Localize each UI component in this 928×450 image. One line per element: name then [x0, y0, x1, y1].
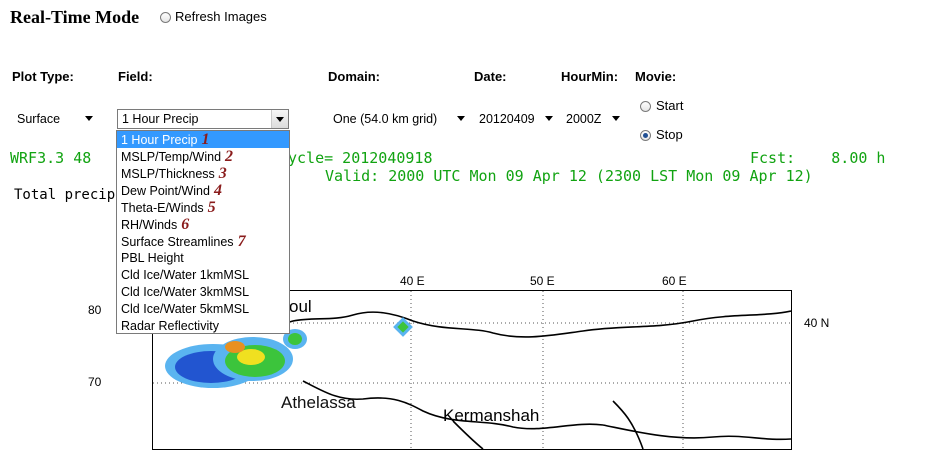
place-label-oul: oul — [289, 297, 312, 316]
field-option[interactable]: Cld Ice/Water 3kmMSL — [117, 284, 289, 301]
movie-start-radio[interactable] — [640, 101, 651, 112]
cycle-label: ycle= 2012040918 — [288, 149, 433, 167]
lat-label-80: 80 — [88, 303, 102, 317]
date-label: Date: — [474, 69, 507, 84]
field-option[interactable]: Cld Ice/Water 1kmMSL — [117, 267, 289, 284]
chevron-down-icon[interactable] — [271, 110, 288, 128]
field-option-label: 1 Hour Precip — [121, 133, 198, 147]
field-option-marker: 1 — [201, 131, 210, 148]
field-select[interactable]: 1 Hour Precip — [117, 109, 289, 129]
field-option-label: Cld Ice/Water 1kmMSL — [121, 268, 250, 282]
hourmin-select[interactable]: 2000Z — [561, 109, 627, 129]
field-option-marker: 3 — [218, 165, 227, 182]
field-option[interactable]: MSLP/Thickness 3 — [117, 165, 289, 182]
field-dropdown-list: 1 Hour Precip 1 MSLP/Temp/Wind 2 MSLP/Thickn… — [116, 130, 290, 334]
chevron-down-icon — [457, 116, 465, 121]
domain-value: One (54.0 km grid) — [333, 112, 438, 126]
lon-label-40e: 40 E — [400, 274, 425, 288]
lon-label-50e: 50 E — [530, 274, 555, 288]
valid-time-label: Valid: 2000 UTC Mon 09 Apr 12 (2300 LST … — [325, 167, 813, 185]
forecast-label: Fcst: 8.00 h — [750, 149, 886, 167]
hourmin-value: 2000Z — [566, 112, 602, 126]
field-option[interactable]: 1 Hour Precip 1 — [117, 131, 289, 148]
field-option[interactable]: Radar Reflectivity — [117, 318, 289, 335]
field-option-label: Radar Reflectivity — [121, 319, 219, 333]
plot-type-select[interactable]: Surface — [12, 109, 100, 129]
field-option-marker: 4 — [213, 182, 222, 199]
total-precip-label: Total precip — [14, 187, 116, 203]
field-option-label: Surface Streamlines — [121, 235, 234, 249]
field-option-label: Cld Ice/Water 3kmMSL — [121, 285, 250, 299]
field-option-marker: 7 — [237, 233, 246, 250]
refresh-images-radio[interactable] — [160, 12, 171, 23]
hourmin-label: HourMin: — [561, 69, 619, 84]
model-label: WRF3.3 48 — [10, 149, 92, 167]
field-option-label: Dew Point/Wind — [121, 184, 210, 198]
place-label-kermanshah: Kermanshah — [443, 406, 540, 425]
movie-stop-radio[interactable] — [640, 130, 651, 141]
field-option[interactable]: Theta-E/Winds 5 — [117, 199, 289, 216]
field-option[interactable]: Surface Streamlines 7 — [117, 233, 289, 250]
field-label: Field: — [118, 69, 153, 84]
place-label-athelassa: Athelassa — [281, 393, 356, 412]
page-title: Real-Time Mode — [10, 7, 140, 27]
field-option-marker: 2 — [225, 148, 234, 165]
field-option-label: Theta-E/Winds — [121, 201, 204, 215]
plot-type-label: Plot Type: — [12, 69, 74, 84]
field-option-label: MSLP/Thickness — [121, 167, 215, 181]
movie-start-label[interactable]: Start — [656, 98, 683, 113]
domain-select[interactable]: One (54.0 km grid) — [328, 109, 472, 129]
field-value: 1 Hour Precip — [122, 112, 199, 126]
field-option[interactable]: MSLP/Temp/Wind 2 — [117, 148, 289, 165]
date-value: 20120409 — [479, 112, 535, 126]
lat-label-40n: 40 N — [804, 316, 830, 330]
lat-label-70: 70 — [88, 375, 102, 389]
refresh-images-label[interactable]: Refresh Images — [175, 9, 267, 24]
chevron-down-icon — [545, 116, 553, 121]
field-option-label: MSLP/Temp/Wind — [121, 150, 222, 164]
field-option[interactable]: Dew Point/Wind 4 — [117, 182, 289, 199]
field-option-label: PBL Height — [121, 251, 184, 265]
movie-stop-label[interactable]: Stop — [656, 127, 683, 142]
field-option[interactable]: RH/Winds 6 — [117, 216, 289, 233]
chevron-down-icon — [85, 116, 93, 121]
plot-type-value: Surface — [17, 112, 61, 126]
date-select[interactable]: 20120409 — [474, 109, 560, 129]
lon-label-60e: 60 E — [662, 274, 687, 288]
field-option[interactable]: PBL Height — [117, 250, 289, 267]
field-option-marker: 5 — [207, 199, 216, 216]
field-option[interactable]: Cld Ice/Water 5kmMSL — [117, 301, 289, 318]
field-option-label: RH/Winds — [121, 218, 178, 232]
field-option-label: Cld Ice/Water 5kmMSL — [121, 302, 250, 316]
domain-label: Domain: — [328, 69, 380, 84]
field-option-marker: 6 — [181, 216, 190, 233]
chevron-down-icon — [612, 116, 620, 121]
movie-label: Movie: — [635, 69, 677, 84]
